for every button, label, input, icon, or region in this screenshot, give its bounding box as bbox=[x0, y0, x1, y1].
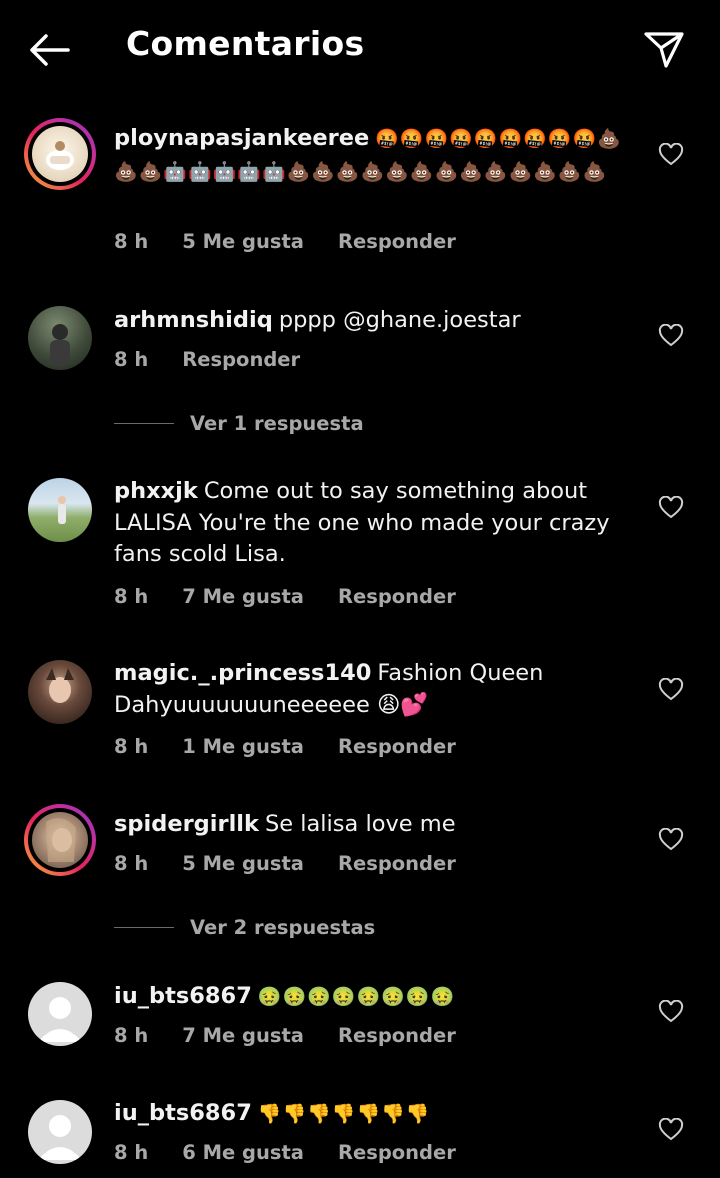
heart-icon[interactable] bbox=[658, 828, 684, 852]
comment-likes[interactable]: 7 Me gusta bbox=[182, 1024, 304, 1047]
avatar-image bbox=[28, 306, 92, 370]
comment-likes[interactable]: 5 Me gusta bbox=[182, 230, 304, 253]
heart-icon[interactable] bbox=[658, 1000, 684, 1024]
avatar[interactable] bbox=[28, 306, 92, 370]
comment-meta: 8 h 7 Me gusta Responder bbox=[114, 585, 456, 608]
comment-time: 8 h bbox=[114, 1141, 149, 1164]
reply-button[interactable]: Responder bbox=[338, 1024, 456, 1047]
view-replies-label: Ver 2 respuestas bbox=[190, 916, 376, 939]
comment-likes[interactable]: 1 Me gusta bbox=[182, 735, 304, 758]
avatar-image bbox=[28, 478, 92, 542]
avatar-image bbox=[28, 660, 92, 724]
avatar[interactable] bbox=[28, 660, 92, 724]
arrow-left-icon bbox=[30, 34, 70, 66]
comment-body: Se lalisa love me bbox=[264, 811, 456, 837]
divider-line bbox=[114, 423, 174, 424]
heart-icon[interactable] bbox=[658, 143, 684, 167]
reply-button[interactable]: Responder bbox=[338, 735, 456, 758]
avatar-image bbox=[32, 126, 88, 182]
comment-meta: 8 h Responder bbox=[114, 348, 300, 371]
comment-meta: 8 h 7 Me gusta Responder bbox=[114, 1024, 456, 1047]
comment-username[interactable]: phxxjk bbox=[114, 478, 198, 504]
comment-username[interactable]: spidergirllk bbox=[114, 811, 259, 837]
comment-text: phxxjk Come out to say something about LA… bbox=[114, 476, 634, 571]
reply-button[interactable]: Responder bbox=[338, 230, 456, 253]
default-avatar-icon bbox=[28, 982, 92, 1046]
view-replies-button[interactable]: Ver 1 respuesta bbox=[114, 412, 364, 435]
avatar[interactable] bbox=[28, 1100, 92, 1164]
comment-meta: 8 h 5 Me gusta Responder bbox=[114, 230, 456, 253]
comment-text: iu_bts6867 🤢🤢🤢🤢🤢🤢🤢🤢 bbox=[114, 981, 634, 1014]
avatar[interactable] bbox=[28, 478, 92, 542]
view-replies-label: Ver 1 respuesta bbox=[190, 412, 364, 435]
comment-meta: 8 h 6 Me gusta Responder bbox=[114, 1141, 456, 1164]
avatar[interactable] bbox=[24, 804, 96, 876]
comment-time: 8 h bbox=[114, 230, 149, 253]
heart-icon[interactable] bbox=[658, 496, 684, 520]
heart-icon[interactable] bbox=[658, 1118, 684, 1142]
comment-likes[interactable]: 5 Me gusta bbox=[182, 852, 304, 875]
comment-username[interactable]: ploynapasjankeeree bbox=[114, 125, 369, 151]
comment-text: magic._.princess140 Fashion Queen Dahyuuu… bbox=[114, 658, 634, 721]
comment-time: 8 h bbox=[114, 852, 149, 875]
comment-text: spidergirllk Se lalisa love me bbox=[114, 809, 634, 841]
comment-time: 8 h bbox=[114, 348, 149, 371]
comment-meta: 8 h 5 Me gusta Responder bbox=[114, 852, 456, 875]
comment-body: 👎👎👎👎👎👎👎 bbox=[257, 1103, 431, 1125]
comment-likes[interactable]: 6 Me gusta bbox=[182, 1141, 304, 1164]
comment-meta: 8 h 1 Me gusta Responder bbox=[114, 735, 456, 758]
comment-time: 8 h bbox=[114, 1024, 149, 1047]
page-title: Comentarios bbox=[126, 24, 365, 63]
reply-button[interactable]: Responder bbox=[338, 1141, 456, 1164]
send-button[interactable] bbox=[642, 28, 686, 72]
reply-button[interactable]: Responder bbox=[338, 585, 456, 608]
default-avatar-icon bbox=[28, 1100, 92, 1164]
comment-text: ploynapasjankeeree 🤬🤬🤬🤬🤬🤬🤬🤬🤬💩💩💩🤖🤖🤖🤖🤖💩💩💩💩💩… bbox=[114, 123, 634, 188]
comment-body: 🤢🤢🤢🤢🤢🤢🤢🤢 bbox=[257, 986, 456, 1008]
reply-button[interactable]: Responder bbox=[338, 852, 456, 875]
back-button[interactable] bbox=[26, 30, 72, 70]
header-bar: Comentarios bbox=[0, 0, 720, 100]
heart-icon[interactable] bbox=[658, 678, 684, 702]
avatar[interactable] bbox=[28, 982, 92, 1046]
send-icon bbox=[644, 32, 684, 68]
divider-line bbox=[114, 927, 174, 928]
avatar[interactable] bbox=[24, 118, 96, 190]
comment-username[interactable]: magic._.princess140 bbox=[114, 660, 371, 686]
comment-likes[interactable]: 7 Me gusta bbox=[182, 585, 304, 608]
comment-username[interactable]: iu_bts6867 bbox=[114, 1100, 252, 1126]
comment-username[interactable]: arhmnshidiq bbox=[114, 307, 273, 333]
comment-time: 8 h bbox=[114, 585, 149, 608]
heart-icon[interactable] bbox=[658, 324, 684, 348]
avatar-image bbox=[32, 812, 88, 868]
comment-text: iu_bts6867 👎👎👎👎👎👎👎 bbox=[114, 1098, 634, 1131]
comment-username[interactable]: iu_bts6867 bbox=[114, 983, 252, 1009]
comment-time: 8 h bbox=[114, 735, 149, 758]
comment-text: arhmnshidiq pppp @ghane.joestar bbox=[114, 305, 634, 337]
view-replies-button[interactable]: Ver 2 respuestas bbox=[114, 916, 375, 939]
reply-button[interactable]: Responder bbox=[182, 348, 300, 371]
comment-body: pppp @ghane.joestar bbox=[278, 307, 521, 333]
